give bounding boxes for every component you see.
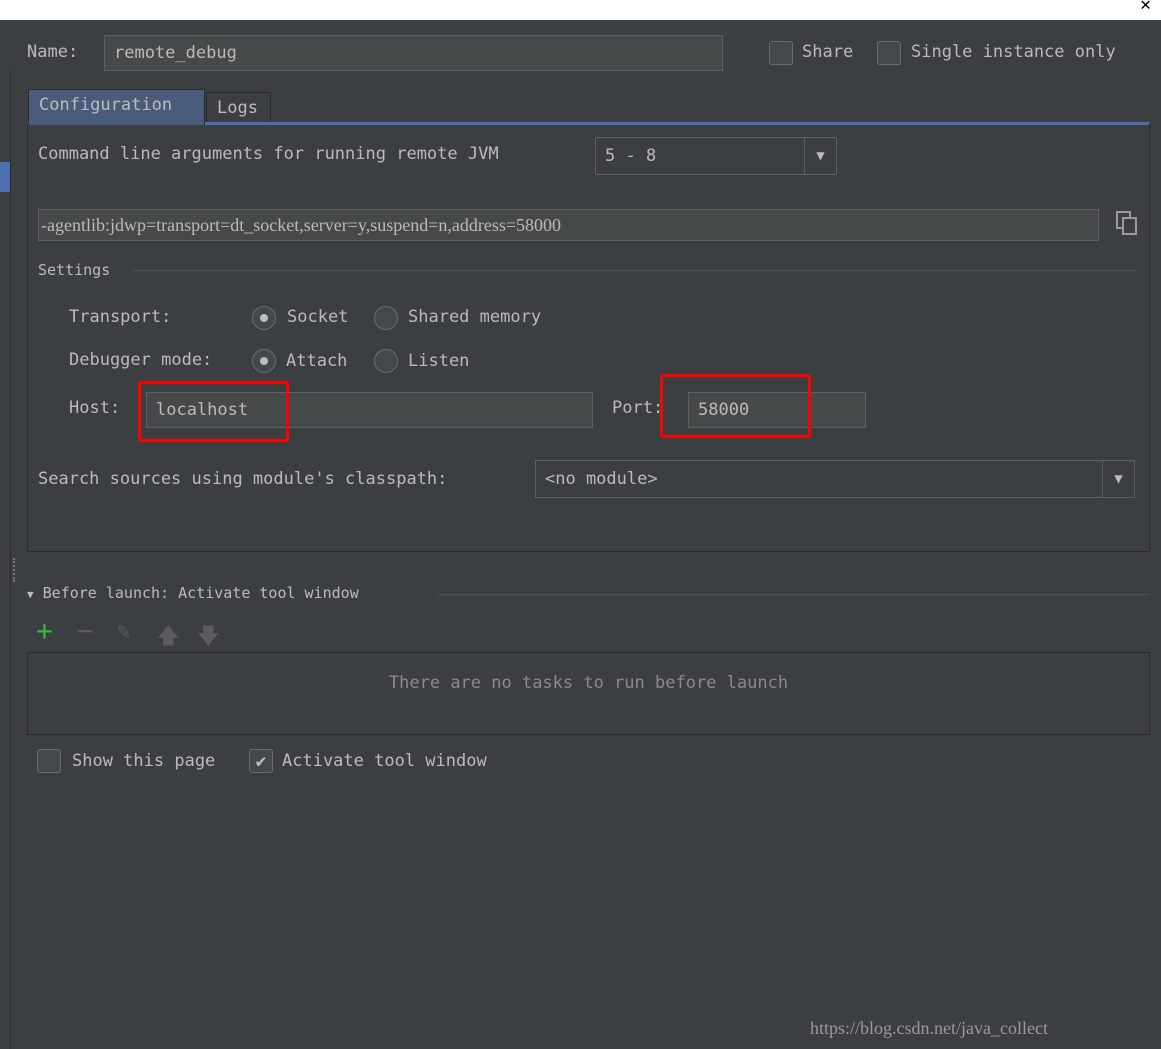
- remove-icon[interactable]: −: [77, 617, 94, 645]
- share-checkbox[interactable]: [769, 41, 793, 65]
- listen-radio[interactable]: [374, 349, 398, 373]
- debugger-mode-label: Debugger mode:: [69, 350, 213, 370]
- shared-memory-radio[interactable]: [374, 306, 398, 330]
- copy-icon[interactable]: [1116, 211, 1138, 235]
- name-label: Name:: [27, 42, 79, 62]
- close-icon[interactable]: ✕: [1140, 0, 1151, 15]
- tab-logs[interactable]: Logs: [206, 92, 271, 122]
- cmdline-field[interactable]: -agentlib:jdwp=transport=dt_socket,serve…: [38, 209, 1099, 241]
- chevron-down-icon: ▼: [804, 138, 836, 174]
- activate-tool-checkbox[interactable]: ✔: [249, 749, 273, 773]
- config-tree-selected-item[interactable]: [0, 162, 10, 192]
- socket-label: Socket: [287, 307, 349, 327]
- triangle-down-icon: ▼: [27, 588, 34, 601]
- share-label: Share: [802, 42, 854, 62]
- host-label: Host:: [69, 398, 121, 418]
- transport-label: Transport:: [69, 307, 172, 327]
- edit-icon[interactable]: ✎: [117, 619, 130, 644]
- before-launch-toggle[interactable]: ▼ Before launch: Activate tool window: [27, 584, 359, 602]
- settings-title: Settings: [38, 261, 111, 279]
- jvm-version-dropdown[interactable]: 5 - 8 ▼: [595, 137, 837, 175]
- show-page-checkbox[interactable]: [37, 749, 61, 773]
- socket-radio[interactable]: [252, 306, 276, 330]
- chevron-down-icon: ▼: [1102, 461, 1134, 497]
- activate-tool-label: Activate tool window: [282, 751, 487, 771]
- highlight-box-host: [138, 381, 289, 442]
- config-tree-panel: [0, 70, 11, 1049]
- before-launch-task-list[interactable]: There are no tasks to run before launch: [27, 652, 1150, 735]
- name-input[interactable]: remote_debug: [104, 35, 723, 71]
- module-label: Search sources using module's classpath:: [38, 469, 448, 489]
- tab-configuration[interactable]: Configuration: [28, 89, 205, 125]
- before-launch-title: Before launch: Activate tool window: [42, 584, 359, 602]
- single-instance-checkbox[interactable]: [877, 41, 901, 65]
- splitter-handle[interactable]: [13, 558, 17, 582]
- watermark: https://blog.csdn.net/java_collect: [810, 1018, 1048, 1038]
- check-icon: ✔: [255, 750, 267, 772]
- module-dropdown[interactable]: <no module> ▼: [535, 460, 1135, 498]
- divider: [438, 594, 1150, 595]
- single-instance-label: Single instance only: [911, 42, 1116, 62]
- attach-label: Attach: [286, 351, 348, 371]
- port-label: Port:: [612, 398, 664, 418]
- add-icon[interactable]: +: [36, 617, 53, 645]
- divider: [133, 270, 1136, 271]
- shared-memory-label: Shared memory: [408, 307, 542, 327]
- show-page-label: Show this page: [72, 751, 216, 771]
- cmdline-label: Command line arguments for running remot…: [38, 144, 499, 164]
- highlight-box-port: [660, 374, 811, 438]
- attach-radio[interactable]: [252, 349, 276, 373]
- listen-label: Listen: [408, 351, 470, 371]
